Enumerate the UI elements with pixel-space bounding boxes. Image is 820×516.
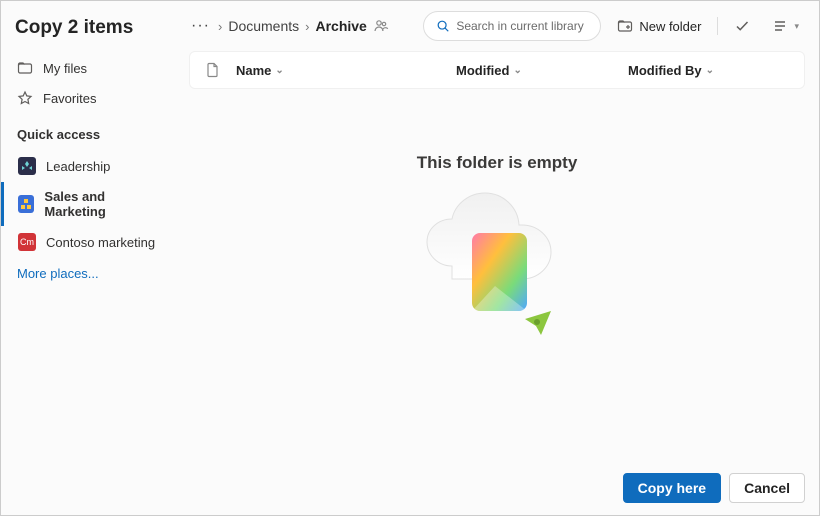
qa-label: Leadership	[46, 159, 110, 174]
cancel-button[interactable]: Cancel	[729, 473, 805, 503]
quick-access-leadership[interactable]: Leadership	[1, 150, 173, 182]
chevron-down-icon: ⌄	[706, 65, 714, 76]
copy-here-button[interactable]: Copy here	[623, 473, 721, 503]
main-pane: ··· › Documents › Archive New fold	[173, 1, 819, 461]
search-input[interactable]	[456, 19, 611, 33]
new-folder-icon	[617, 18, 633, 34]
site-icon	[18, 157, 36, 175]
chevron-right-icon: ›	[218, 19, 222, 34]
column-header-modified-by[interactable]: Modified By ⌄	[628, 63, 788, 78]
empty-folder-illustration	[417, 191, 577, 351]
breadcrumb-overflow-button[interactable]: ···	[189, 15, 212, 37]
dialog-footer: Copy here Cancel	[1, 461, 819, 515]
star-icon	[17, 90, 33, 106]
people-icon[interactable]	[373, 18, 389, 34]
qa-label: Sales and Marketing	[44, 189, 159, 219]
column-header-modified[interactable]: Modified ⌄	[456, 63, 616, 78]
view-options-button[interactable]: ▾	[766, 14, 805, 38]
chevron-down-icon: ▾	[794, 21, 799, 32]
divider	[717, 17, 718, 35]
file-type-column-icon[interactable]	[206, 62, 224, 78]
sidebar-item-my-files[interactable]: My files	[1, 53, 173, 83]
new-folder-button[interactable]: New folder	[611, 14, 707, 38]
empty-state-title: This folder is empty	[417, 153, 578, 173]
site-icon	[18, 195, 34, 213]
chevron-right-icon: ›	[305, 19, 309, 34]
search-field[interactable]	[423, 11, 601, 41]
quick-access-sales-marketing[interactable]: Sales and Marketing	[1, 182, 173, 226]
qa-label: Contoso marketing	[46, 235, 155, 250]
column-header-name[interactable]: Name ⌄	[236, 63, 444, 78]
select-toggle-button[interactable]	[728, 14, 756, 38]
search-icon	[436, 19, 450, 33]
table-header: Name ⌄ Modified ⌄ Modified By ⌄	[189, 51, 805, 89]
header: ··· › Documents › Archive New fold	[189, 11, 805, 41]
new-folder-label: New folder	[639, 19, 701, 34]
list-view-icon	[772, 18, 788, 34]
site-icon: Cm	[18, 233, 36, 251]
breadcrumb: ··· › Documents › Archive	[189, 15, 413, 37]
chevron-down-icon: ⌄	[513, 65, 521, 76]
more-places-link[interactable]: More places...	[1, 258, 173, 289]
sidebar: Copy 2 items My files Favorites Quick ac…	[1, 1, 173, 461]
breadcrumb-documents[interactable]: Documents	[228, 18, 299, 34]
checkmark-icon	[734, 18, 750, 34]
quick-access-contoso-marketing[interactable]: Cm Contoso marketing	[1, 226, 173, 258]
folder-icon	[17, 60, 33, 76]
breadcrumb-archive[interactable]: Archive	[315, 18, 366, 34]
sidebar-item-label: Favorites	[43, 91, 96, 106]
quick-access-title: Quick access	[1, 113, 173, 150]
sidebar-item-label: My files	[43, 61, 87, 76]
dialog-title: Copy 2 items	[1, 17, 173, 53]
chevron-down-icon: ⌄	[275, 65, 283, 76]
sidebar-item-favorites[interactable]: Favorites	[1, 83, 173, 113]
empty-state: This folder is empty	[189, 89, 805, 461]
